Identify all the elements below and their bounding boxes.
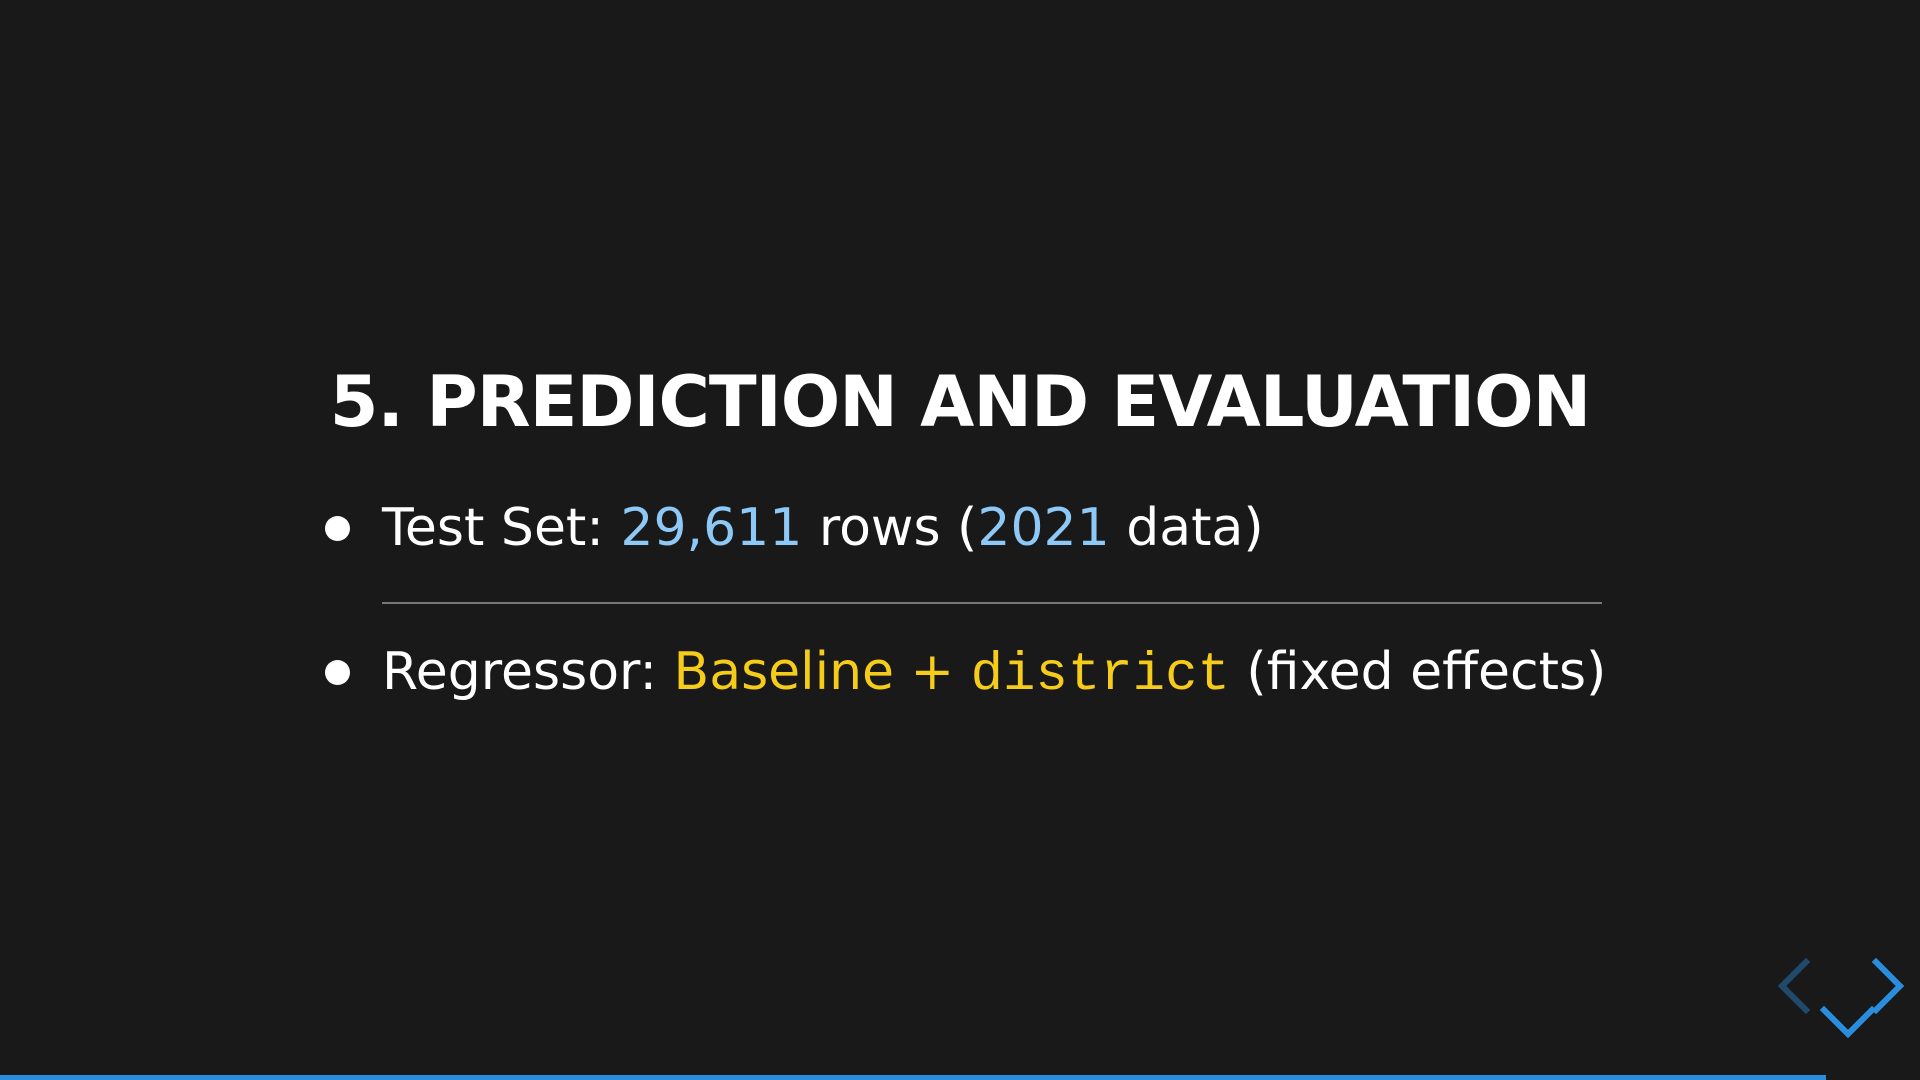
divider-row [382,602,1602,604]
baseline-highlight: Baseline + [673,642,971,702]
bullet-regressor: Regressor: Baseline + district (fixed ef… [325,634,1606,714]
bullet-test-set: Test Set: 29,611 rows (2021 data) [325,490,1602,566]
data-year: 2021 [977,498,1110,558]
progress-bar [0,1075,1920,1080]
slide: 5. PREDICTION AND EVALUATION Test Set: 2… [0,0,1920,1080]
bullet-list: Test Set: 29,611 rows (2021 data) Regres… [325,490,1606,714]
divider [382,602,1602,604]
slide-title: 5. PREDICTION AND EVALUATION [329,361,1592,443]
district-code: district [970,645,1230,706]
bullet-dot [325,516,350,541]
slide-navigation [1760,940,1920,1080]
progress-fill [0,1075,1826,1080]
row-count: 29,611 [620,498,803,558]
chevron-left-icon[interactable] [1776,957,1812,1018]
chevron-down-icon[interactable] [1819,1004,1877,1044]
bullet-label: Regressor: [382,642,674,702]
bullet-text-end: (fixed effects) [1229,642,1607,702]
bullet-text: rows ( [802,498,978,558]
bullet-label: Test Set: [382,498,621,558]
bullet-dot [325,660,350,685]
bullet-text-end: data) [1109,498,1264,558]
